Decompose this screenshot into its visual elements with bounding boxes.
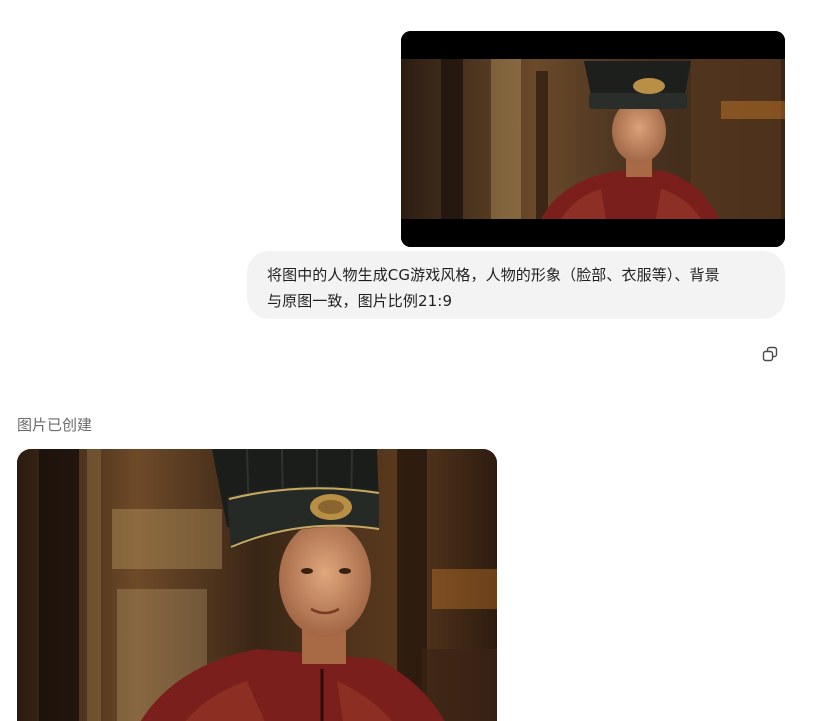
user-image-illustration: [401, 31, 785, 247]
user-uploaded-image[interactable]: [401, 31, 785, 247]
copy-message-button[interactable]: [758, 342, 782, 366]
user-message-line-1: 将图中的人物生成CG游戏风格，人物的形象（脸部、衣服等）、背景: [267, 266, 720, 284]
image-created-status: 图片已创建: [17, 416, 93, 434]
user-message-bubble: 将图中的人物生成CG游戏风格，人物的形象（脸部、衣服等）、背景 与原图一致，图片…: [247, 251, 785, 319]
generated-image[interactable]: [17, 449, 497, 721]
generated-image-illustration: [17, 449, 497, 721]
chat-page: 将图中的人物生成CG游戏风格，人物的形象（脸部、衣服等）、背景 与原图一致，图片…: [0, 0, 818, 721]
user-message-line-2: 与原图一致，图片比例21:9: [267, 292, 453, 310]
copy-icon: [762, 346, 778, 362]
